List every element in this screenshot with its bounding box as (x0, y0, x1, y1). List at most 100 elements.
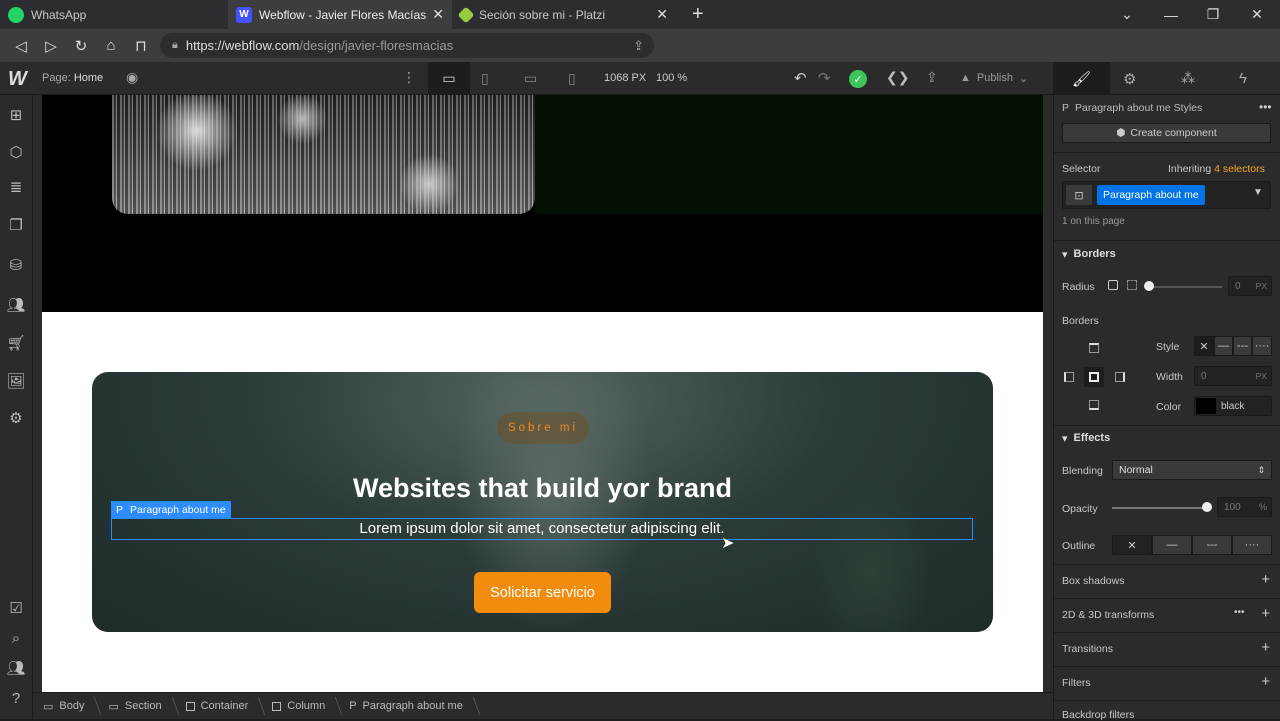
navigator-icon[interactable]: ≣ (6, 177, 26, 197)
selected-element-label[interactable]: P Paragraph about me (111, 501, 231, 518)
close-window-button[interactable]: ✕ (1234, 0, 1280, 29)
transforms-more-icon[interactable]: ••• (1234, 607, 1245, 618)
tab-search-chevron-icon[interactable]: ⌄ (1104, 0, 1150, 29)
saved-check-icon[interactable]: ✓ (849, 70, 867, 88)
add-filter-icon[interactable]: + (1261, 673, 1270, 690)
share-icon[interactable]: ⇪ (926, 69, 938, 86)
radius-input[interactable]: 0 PX (1228, 276, 1272, 296)
design-canvas[interactable]: Sobre mi Websites that build yor brand L… (42, 95, 1043, 692)
border-style-solid[interactable]: — (1214, 336, 1233, 356)
collaborators-icon[interactable]: 👥︎ (6, 658, 26, 678)
outline-none[interactable]: ✕ (1112, 535, 1152, 555)
mobile-portrait-icon[interactable]: ▯ (568, 70, 576, 87)
radius-slider[interactable] (1148, 286, 1222, 288)
border-bottom-icon[interactable] (1089, 400, 1099, 410)
share-icon[interactable]: ⇪ (633, 38, 644, 54)
preview-eye-icon[interactable]: ◉ (126, 69, 138, 86)
forward-icon[interactable]: ▷ (36, 29, 66, 62)
style-brush-icon[interactable]: 🖌︎ (1053, 62, 1110, 95)
paragraph-about-me[interactable]: Lorem ipsum dolor sit amet, consectetur … (111, 518, 973, 540)
hero-image[interactable] (112, 95, 535, 214)
breadcrumb-section[interactable]: ▭ Section (98, 693, 175, 720)
tablet-breakpoint-icon[interactable]: ▯ (481, 70, 489, 87)
radius-slider-handle[interactable] (1144, 281, 1154, 291)
solicitar-servicio-button[interactable]: Solicitar servicio (474, 572, 611, 613)
publish-button[interactable]: ▲ Publish ⌄ (960, 68, 1028, 88)
add-transform-icon[interactable]: + (1261, 605, 1270, 622)
opacity-input[interactable]: 100% (1217, 497, 1272, 517)
home-icon[interactable]: ⌂ (96, 29, 126, 62)
new-tab-button[interactable]: + (684, 0, 714, 29)
border-width-input[interactable]: 0 PX (1194, 366, 1272, 386)
blending-select[interactable]: Normal ⇕ (1112, 460, 1272, 480)
code-export-icon[interactable]: ❮❯ (886, 69, 909, 86)
border-style-none[interactable]: ✕ (1194, 336, 1214, 356)
ecommerce-cart-icon[interactable]: 🛒︎ (6, 333, 26, 353)
add-box-shadow-icon[interactable]: + (1261, 571, 1270, 588)
add-transition-icon[interactable]: + (1261, 639, 1270, 656)
cms-icon[interactable]: ⛁ (6, 255, 26, 275)
symbols-cube-icon[interactable]: ⬡ (6, 142, 26, 162)
tab-whatsapp[interactable]: WhatsApp (0, 0, 228, 29)
close-tab-icon[interactable]: ✕ (656, 6, 668, 23)
webflow-logo[interactable]: W (8, 68, 27, 91)
audit-check-icon[interactable]: ☑ (6, 598, 26, 618)
selector-dropdown-icon[interactable]: ▼ (1253, 187, 1263, 198)
desktop-breakpoint-icon[interactable]: ▭ (428, 62, 470, 95)
effects-section-header[interactable]: ▾ Effects (1062, 432, 1110, 445)
border-right-icon[interactable] (1115, 372, 1125, 382)
selector-field[interactable]: ⊡ Paragraph about me ▼ (1062, 181, 1271, 209)
breadcrumb-column[interactable]: Column (262, 693, 339, 720)
more-options-icon[interactable]: ⋮ (402, 69, 416, 86)
inheriting-info[interactable]: Inheriting 4 selectors (1168, 163, 1265, 175)
add-elements-icon[interactable]: ⊞ (6, 105, 26, 125)
mobile-landscape-icon[interactable]: ▭ (524, 70, 537, 87)
bookmark-icon[interactable]: ⊓ (126, 29, 156, 62)
border-style-dotted[interactable]: ···· (1252, 336, 1272, 356)
tab-platzi[interactable]: Seción sobre mi - Platzi ✕ (452, 0, 676, 29)
settings-gear-icon[interactable]: ⚙ (6, 408, 26, 428)
border-all-button[interactable] (1084, 367, 1104, 387)
opacity-slider[interactable] (1112, 507, 1208, 509)
search-icon[interactable]: ⌕ (6, 628, 26, 648)
radius-individual-icon[interactable] (1127, 280, 1137, 290)
color-swatch[interactable] (1196, 398, 1216, 414)
users-icon[interactable]: 👥︎ (6, 295, 26, 315)
close-tab-icon[interactable]: ✕ (432, 6, 444, 23)
outline-solid[interactable]: — (1152, 535, 1192, 555)
borders-section-header[interactable]: ▾ Borders (1062, 248, 1116, 261)
border-left-icon[interactable] (1064, 372, 1074, 382)
element-settings-gear-icon[interactable]: ⚙ (1123, 70, 1136, 88)
breadcrumb-container[interactable]: Container (176, 693, 263, 720)
interactions-bolt-icon[interactable]: ϟ (1239, 70, 1247, 87)
border-style-dashed[interactable]: --- (1233, 336, 1252, 356)
border-color-input[interactable]: black (1194, 396, 1272, 416)
breadcrumb-paragraph[interactable]: P Paragraph about me (339, 693, 477, 720)
page-selector[interactable]: Page: Home (42, 72, 103, 84)
outline-dashed[interactable]: --- (1192, 535, 1232, 555)
assets-icon[interactable]: 🖼︎ (6, 371, 26, 391)
minimize-button[interactable]: — (1148, 0, 1194, 29)
selector-chip[interactable]: Paragraph about me (1097, 185, 1205, 205)
redo-icon[interactable]: ↷ (818, 69, 831, 87)
opacity-slider-handle[interactable] (1202, 502, 1212, 512)
help-icon[interactable]: ? (6, 688, 26, 708)
selector-edit-icon[interactable]: ⊡ (1066, 185, 1092, 205)
hero-section[interactable] (42, 95, 1043, 312)
back-icon[interactable]: ◁ (6, 29, 36, 62)
address-bar[interactable]: 🔒︎ https://webflow.com/design/javier-flo… (160, 33, 654, 58)
divider (1054, 700, 1280, 701)
restore-button[interactable]: ❐ (1190, 0, 1236, 29)
style-manager-drops-icon[interactable]: ⁂ (1181, 70, 1195, 87)
about-heading[interactable]: Websites that build yor brand (92, 473, 993, 504)
more-options-icon[interactable]: ••• (1259, 100, 1272, 114)
outline-dotted[interactable]: ···· (1232, 535, 1272, 555)
undo-icon[interactable]: ↶ (794, 69, 807, 87)
create-component-button[interactable]: ⬢ Create component (1062, 123, 1271, 143)
reload-icon[interactable]: ↻ (66, 29, 96, 62)
pages-icon[interactable]: ❐ (6, 215, 26, 235)
tab-webflow[interactable]: W Webflow - Javier Flores Macías ✕ (228, 0, 452, 29)
breadcrumb-body[interactable]: ▭ Body (33, 693, 98, 720)
border-top-icon[interactable] (1089, 343, 1099, 353)
radius-all-icon[interactable] (1108, 280, 1118, 290)
